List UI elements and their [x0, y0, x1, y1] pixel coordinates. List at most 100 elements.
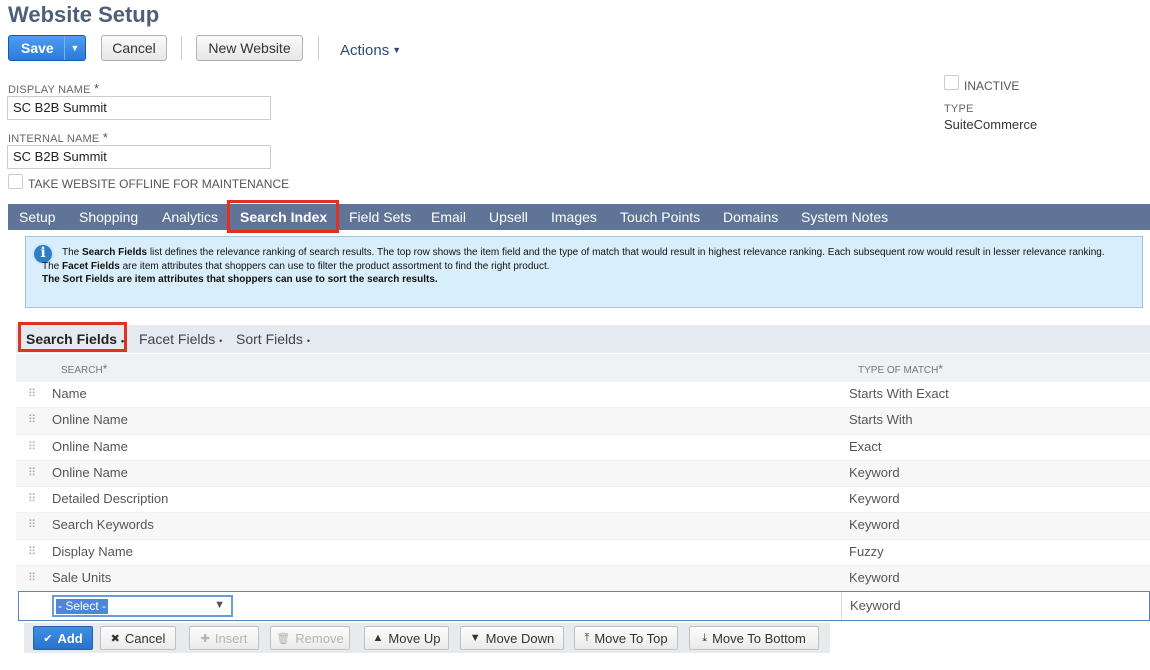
offline-checkbox[interactable]	[8, 174, 23, 189]
inactive-checkbox[interactable]	[944, 75, 959, 90]
subtab-facet-fields[interactable]: Facet Fields •	[139, 331, 222, 347]
save-menu-chevron-icon[interactable]: ▼	[63, 36, 85, 60]
drag-handle-icon[interactable]: ⠿	[28, 466, 36, 479]
table-row[interactable]: ⠿ Online Name Keyword	[16, 460, 1150, 488]
save-button[interactable]: Save ▼	[8, 35, 86, 61]
cancel-button[interactable]: Cancel	[101, 35, 167, 61]
column-header-type-of-match: TYPE OF MATCH*	[858, 362, 943, 376]
move-to-top-button[interactable]: ⤒ Move To Top	[574, 626, 678, 650]
match-cell[interactable]: Keyword	[849, 517, 900, 532]
tab-domains[interactable]: Domains	[723, 204, 778, 230]
add-button[interactable]: ✔ Add	[33, 626, 93, 650]
search-cell[interactable]: Online Name	[52, 465, 128, 480]
match-cell[interactable]: Fuzzy	[849, 544, 884, 559]
info-message: i The Search Fields list defines the rel…	[25, 236, 1143, 308]
highlight-box	[18, 322, 127, 352]
page-title: Website Setup	[8, 2, 160, 27]
column-header-text: TYPE OF MATCH	[858, 365, 939, 376]
arrow-to-bottom-icon: ⤓	[702, 631, 708, 644]
move-to-bottom-button[interactable]: ⤓ Move To Bottom	[689, 626, 819, 650]
table-row[interactable]: ⠿ Display Name Fuzzy	[16, 540, 1150, 567]
new-website-button[interactable]: New Website	[196, 35, 303, 61]
column-header-search: SEARCH*	[61, 362, 107, 376]
tab-upsell[interactable]: Upsell	[489, 204, 528, 230]
info-text-segment: list defines the relevance ranking of se…	[147, 247, 1105, 258]
info-text-segment: are item attributes that shoppers can us…	[119, 260, 550, 272]
table-row[interactable]: ⠿ Online Name Starts With	[16, 408, 1150, 435]
search-field-select[interactable]: - Select - ▼	[52, 595, 233, 617]
add-label[interactable]: Add	[57, 631, 82, 646]
table-row[interactable]: ⠿ Online Name Exact	[16, 435, 1150, 461]
search-cell[interactable]: Name	[52, 386, 87, 401]
match-cell[interactable]: Keyword	[849, 491, 900, 506]
required-mark: *	[102, 130, 108, 145]
save-label[interactable]: Save	[9, 40, 64, 56]
internal-name-label: INTERNAL NAME *	[8, 130, 108, 145]
move-to-top-label[interactable]: Move To Top	[594, 631, 667, 646]
display-name-label-text: DISPLAY NAME	[8, 84, 91, 96]
subtab-bar: Search Fields • Facet Fields • Sort Fiel…	[16, 325, 1150, 353]
tab-images[interactable]: Images	[551, 204, 597, 230]
move-down-label[interactable]: Move Down	[486, 631, 555, 646]
remove-label[interactable]: Remove	[295, 631, 343, 646]
actions-menu[interactable]: Actions ▼	[340, 42, 401, 59]
match-cell[interactable]: Starts With	[849, 412, 913, 427]
arrow-to-top-icon: ⤒	[584, 631, 590, 644]
search-fields-grid: SEARCH* TYPE OF MATCH* ⠿ Name Starts With …	[16, 354, 1150, 593]
search-cell[interactable]: Display Name	[52, 544, 133, 559]
match-cell[interactable]: Keyword	[849, 570, 900, 585]
drag-handle-icon[interactable]: ⠿	[28, 413, 36, 426]
tab-email[interactable]: Email	[431, 204, 466, 230]
tab-touch-points[interactable]: Touch Points	[620, 204, 700, 230]
internal-name-field[interactable]: SC B2B Summit	[7, 145, 271, 169]
tab-analytics[interactable]: Analytics	[162, 204, 218, 230]
table-row[interactable]: ⠿ Name Starts With Exact	[16, 382, 1150, 409]
select-value[interactable]: - Select -	[56, 599, 109, 614]
bullet: •	[306, 336, 310, 346]
toolbar-divider	[181, 36, 182, 60]
drag-handle-icon[interactable]: ⠿	[28, 571, 36, 584]
tab-system-notes[interactable]: System Notes	[801, 204, 888, 230]
drag-handle-icon[interactable]: ⠿	[28, 440, 36, 453]
move-up-label[interactable]: Move Up	[388, 631, 440, 646]
match-cell[interactable]: Keyword	[849, 465, 900, 480]
display-name-field[interactable]: SC B2B Summit	[7, 96, 271, 120]
search-cell[interactable]: Online Name	[52, 439, 128, 454]
type-value: SuiteCommerce	[944, 117, 1038, 132]
table-row[interactable]: ⠿ Search Keywords Keyword	[16, 513, 1150, 540]
table-row[interactable]: ⠿ Detailed Description Keyword	[16, 487, 1150, 514]
tab-shopping[interactable]: Shopping	[79, 204, 138, 230]
tab-setup[interactable]: Setup	[19, 204, 56, 230]
remove-button[interactable]: 🗑 Remove	[270, 626, 350, 650]
move-to-bottom-label[interactable]: Move To Bottom	[712, 631, 806, 646]
required-mark: *	[93, 81, 100, 96]
column-divider	[841, 592, 842, 620]
insert-label[interactable]: Insert	[215, 631, 248, 646]
match-cell[interactable]: Exact	[849, 439, 882, 454]
search-cell[interactable]: Detailed Description	[52, 491, 168, 506]
drag-handle-icon[interactable]: ⠿	[28, 387, 36, 400]
cancel-row-label[interactable]: Cancel	[125, 631, 165, 646]
match-cell[interactable]: Starts With Exact	[849, 386, 949, 401]
search-cell[interactable]: Online Name	[52, 412, 128, 427]
subtab-sort-fields[interactable]: Sort Fields •	[236, 331, 310, 347]
info-text: The Search Fields list defines the relev…	[42, 246, 1137, 287]
table-row[interactable]: ⠿ Sale Units Keyword	[16, 566, 1150, 593]
drag-handle-icon[interactable]: ⠿	[28, 518, 36, 531]
actions-label[interactable]: Actions	[340, 42, 389, 59]
move-down-button[interactable]: ▼ Move Down	[460, 626, 564, 650]
required-mark: *	[102, 362, 108, 376]
tab-field-sets[interactable]: Field Sets	[349, 204, 411, 230]
search-cell[interactable]: Search Keywords	[52, 517, 154, 532]
cancel-row-button[interactable]: ✖ Cancel	[100, 626, 176, 650]
drag-handle-icon[interactable]: ⠿	[28, 492, 36, 505]
move-up-button[interactable]: ▲ Move Up	[364, 626, 449, 650]
subtab-label[interactable]: Facet Fields	[139, 331, 215, 347]
match-cell[interactable]: Keyword	[850, 598, 901, 613]
drag-handle-icon[interactable]: ⠿	[28, 545, 36, 558]
subtab-label[interactable]: Sort Fields	[236, 331, 303, 347]
search-cell[interactable]: Sale Units	[52, 570, 111, 585]
insert-button[interactable]: ✚ Insert	[189, 626, 259, 650]
info-line-facet: The Facet Fields are item attributes tha…	[42, 260, 1137, 274]
chevron-down-icon[interactable]: ▼	[214, 599, 225, 611]
